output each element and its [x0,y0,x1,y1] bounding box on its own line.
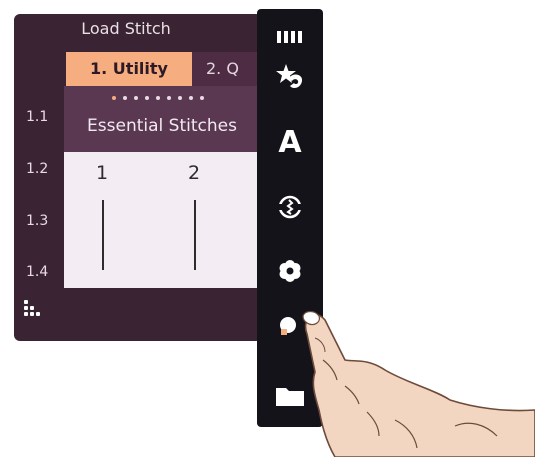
row-label: 1.3 [26,213,49,229]
stitch-program-icon [277,195,303,219]
load-stitch-panel: Load Stitch 1. Utility 2. Q Essential St… [14,14,262,341]
toolbar-button-program[interactable] [257,189,323,225]
toolbar-button-columns[interactable] [257,25,323,49]
stitch-number: 2 [188,162,201,184]
page-dot [112,96,116,100]
page-dot [123,96,127,100]
straight-stitch-preview [102,200,104,270]
favorite-stitch-icon [276,64,303,89]
font-icon: A [278,125,302,160]
tab-utility[interactable]: 1. Utility [66,52,192,86]
settings-gear-icon [279,260,301,282]
panel-title: Load Stitch [14,14,254,48]
stitch-group-title: Essential Stitches [87,116,237,136]
grid-columns-icon [277,31,302,43]
straight-stitch-preview [194,200,196,270]
panel-title-text: Load Stitch [81,19,171,38]
row-label: 1.1 [26,109,49,125]
stitch-category-tabs: 1. Utility 2. Q [66,52,262,86]
page-dot [145,96,149,100]
stitch-group-header: Essential Stitches [64,86,260,152]
page-dot [134,96,138,100]
toolbar-button-settings[interactable] [257,253,323,289]
row-label: 1.2 [26,161,49,177]
page-indicator [112,96,212,102]
tab-quilt[interactable]: 2. Q [192,52,262,86]
page-dot [156,96,160,100]
page-dot [167,96,171,100]
stitch-grid: 1 2 [64,152,260,288]
stitch-number: 1 [96,162,109,184]
toolbar-button-font[interactable]: A [257,123,323,163]
grid-view-icon[interactable] [24,300,48,324]
page-dot [178,96,182,100]
pointing-hand-illustration [302,310,535,457]
page-dot [200,96,204,100]
toolbar-button-favorites[interactable] [257,59,323,95]
row-label: 1.4 [26,264,49,280]
page-dot [189,96,193,100]
